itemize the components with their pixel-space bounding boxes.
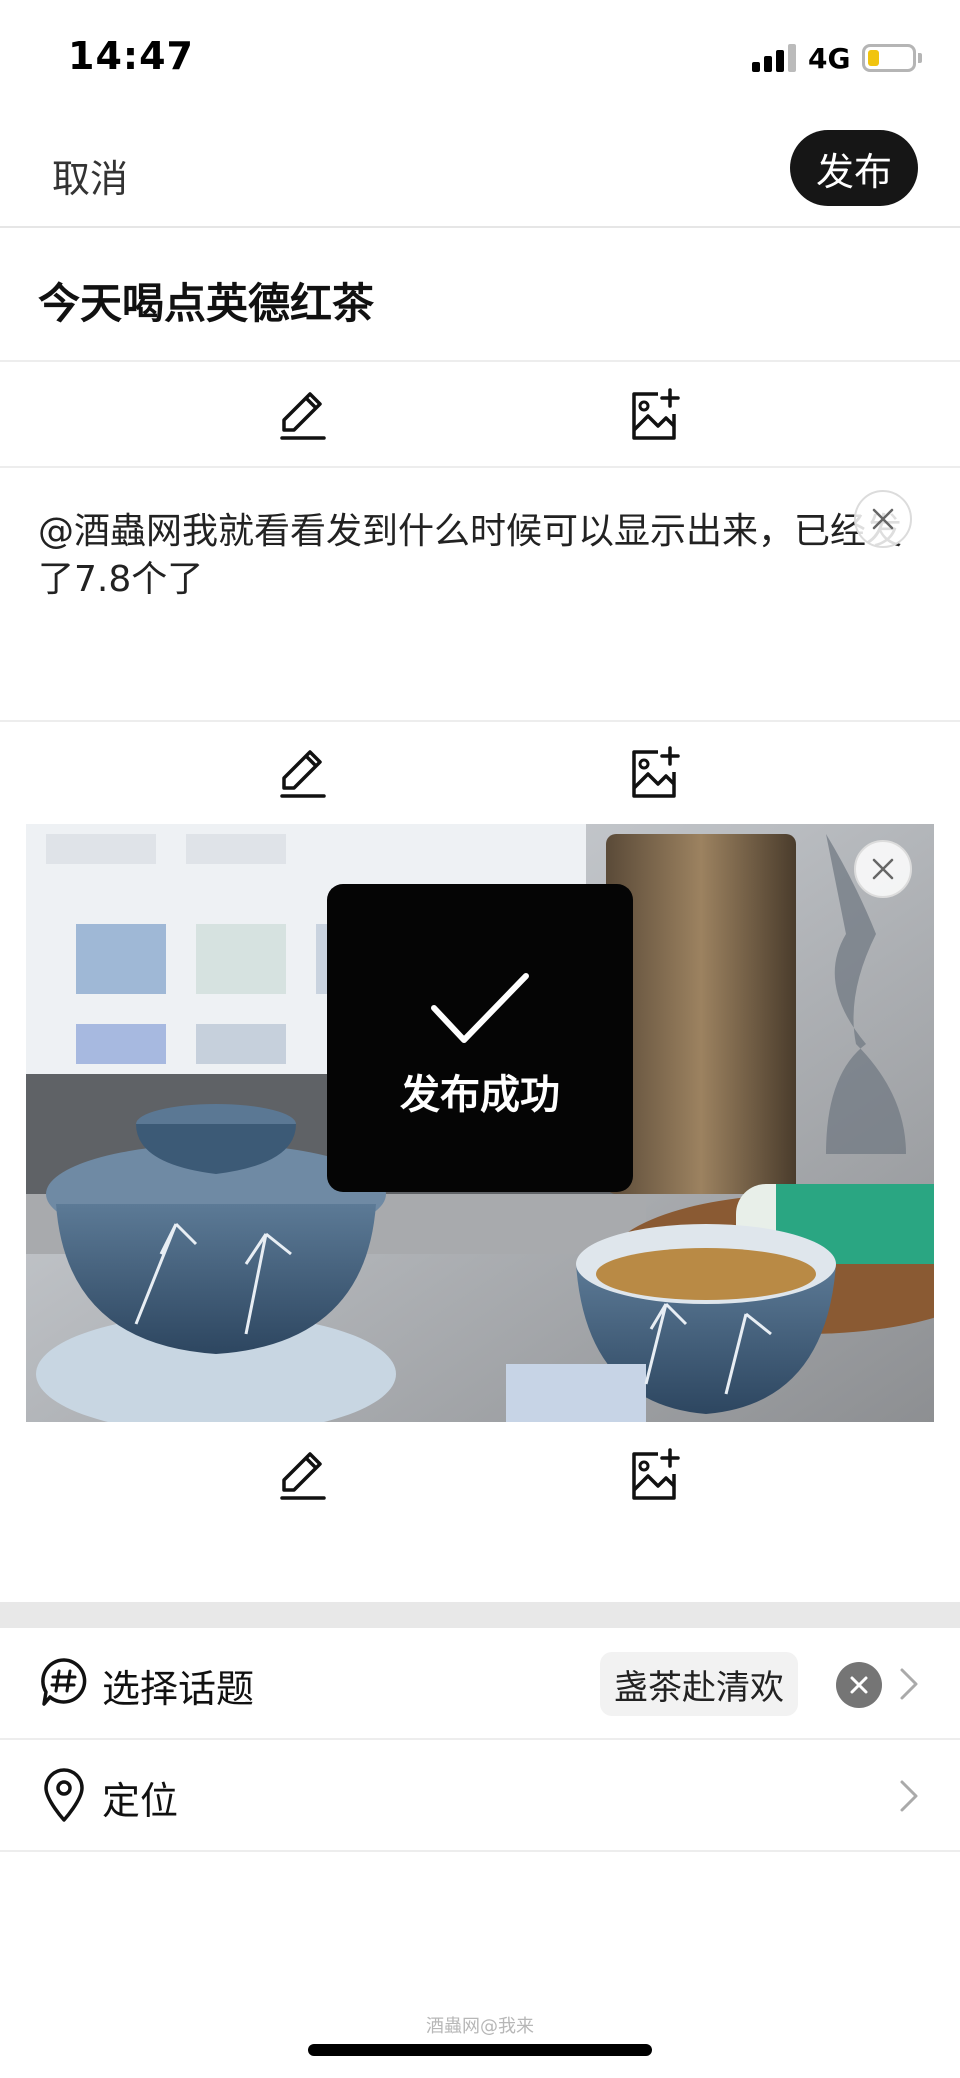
close-icon bbox=[872, 858, 894, 880]
title-section[interactable]: 今天喝点英德红茶 bbox=[0, 228, 960, 362]
insert-toolbar bbox=[0, 364, 960, 468]
location-row[interactable]: 定位 bbox=[0, 1740, 960, 1852]
clear-topic-button[interactable] bbox=[836, 1662, 882, 1708]
network-label: 4G bbox=[808, 42, 851, 75]
battery-tip bbox=[918, 53, 922, 63]
battery-level bbox=[868, 50, 879, 66]
text-block[interactable]: @酒蟲网我就看看发到什么时候可以显示出来，已经发了7.8个了 bbox=[0, 466, 960, 722]
checkmark-icon bbox=[431, 973, 529, 1043]
signal-icon bbox=[752, 44, 796, 72]
image-add-icon[interactable] bbox=[622, 742, 686, 806]
location-label: 定位 bbox=[102, 1779, 179, 1823]
image-add-icon[interactable] bbox=[622, 384, 686, 448]
insert-toolbar bbox=[0, 722, 960, 826]
cancel-button[interactable]: 取消 bbox=[52, 148, 128, 203]
home-indicator bbox=[308, 2044, 652, 2056]
status-time: 14:47 bbox=[68, 34, 194, 78]
nav-bar: 取消 发布 bbox=[0, 120, 960, 228]
status-bar: 14:47 4G bbox=[0, 0, 960, 120]
toast-message: 发布成功 bbox=[400, 1072, 560, 1118]
watermark: 酒蟲网@我来 bbox=[426, 2016, 534, 2037]
pencil-icon[interactable] bbox=[270, 1444, 334, 1508]
hashtag-bubble-icon bbox=[41, 1658, 87, 1706]
close-icon bbox=[850, 1676, 868, 1694]
topic-label: 选择话题 bbox=[102, 1667, 255, 1711]
pencil-icon[interactable] bbox=[270, 742, 334, 806]
remove-text-button[interactable] bbox=[854, 490, 912, 548]
selected-topic-chip[interactable]: 盏茶赴清欢 bbox=[600, 1652, 798, 1716]
remove-photo-button[interactable] bbox=[854, 840, 912, 898]
chevron-right-icon[interactable] bbox=[896, 1664, 922, 1704]
location-pin-icon bbox=[44, 1768, 84, 1822]
topic-row[interactable]: 选择话题 盏茶赴清欢 bbox=[0, 1628, 960, 1740]
success-toast: 发布成功 bbox=[327, 884, 633, 1192]
note-text[interactable]: @酒蟲网我就看看发到什么时候可以显示出来，已经发了7.8个了 bbox=[38, 508, 918, 604]
image-add-icon[interactable] bbox=[622, 1444, 686, 1508]
battery-icon bbox=[862, 44, 916, 72]
publish-button[interactable]: 发布 bbox=[790, 130, 918, 206]
section-divider bbox=[0, 1602, 960, 1628]
insert-toolbar bbox=[0, 1424, 960, 1528]
close-icon bbox=[872, 508, 894, 530]
chevron-right-icon[interactable] bbox=[896, 1776, 922, 1816]
note-title[interactable]: 今天喝点英德红茶 bbox=[38, 270, 374, 331]
pencil-icon[interactable] bbox=[270, 384, 334, 448]
